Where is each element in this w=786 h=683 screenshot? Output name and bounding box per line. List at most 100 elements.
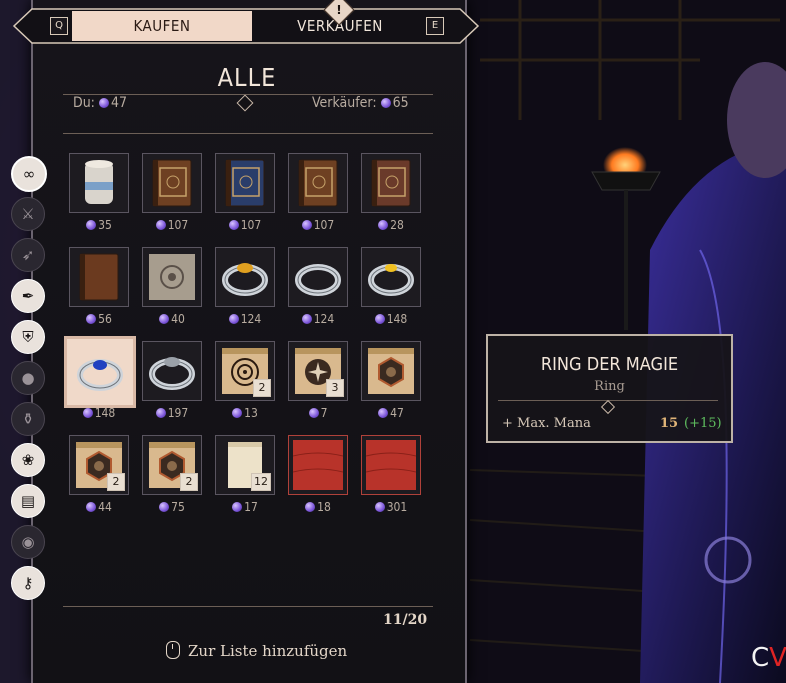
item-price: 197 [142, 406, 202, 420]
item-slot[interactable]: 148 [361, 247, 421, 326]
item-slot[interactable]: 18 [288, 435, 348, 514]
item-slot[interactable]: 148 [64, 336, 136, 420]
item-scroll-hex-bee-icon: 2 [142, 435, 202, 495]
coin-icon [159, 314, 170, 324]
pouch-category-button[interactable]: ◉ [11, 525, 45, 559]
item-slot[interactable]: 40 [142, 247, 202, 326]
player-gold-label: Du: [73, 95, 95, 111]
item-map-stone-icon [142, 247, 202, 307]
coin-icon [301, 220, 312, 230]
item-book-blue-icon [215, 153, 275, 213]
infinity-icon: ∞ [22, 165, 36, 183]
apple-category-button[interactable]: ● [11, 361, 45, 395]
armor-icon: ⛨ [22, 328, 34, 346]
item-price-value: 35 [98, 218, 112, 232]
item-tooltip: RING DER MAGIE Ring + Max. Mana 15 (+15) [486, 334, 733, 443]
infinity-category-button[interactable]: ∞ [11, 156, 47, 192]
feather-icon: ✒ [21, 287, 35, 305]
coin-icon [378, 408, 389, 418]
tab-bar: Q KAUFEN VERKAUFEN E ! [8, 0, 484, 44]
item-price: 56 [69, 312, 129, 326]
potion-icon: ⚱ [21, 410, 35, 428]
coin-icon [86, 502, 97, 512]
coin-icon [232, 408, 243, 418]
item-stack-count: 3 [326, 379, 344, 397]
item-price-value: 197 [167, 406, 189, 420]
item-slot[interactable]: 56 [69, 247, 129, 326]
item-slot[interactable]: 2 75 [142, 435, 202, 514]
item-slot[interactable]: 47 [361, 341, 421, 420]
book-category-button[interactable]: ▤ [11, 484, 45, 518]
item-paper-icon: 12 [215, 435, 275, 495]
add-to-list-label: Zur Liste hinzufügen [188, 642, 348, 660]
coin-icon [308, 408, 319, 418]
key-category-button[interactable]: ⚷ [11, 566, 45, 600]
crossed-swords-category-button[interactable]: ⚔ [11, 197, 45, 231]
player-gold-value: 47 [110, 95, 127, 111]
tooltip-item-name: RING DER MAGIE [540, 354, 679, 375]
item-slot[interactable]: 12 17 [215, 435, 275, 514]
tooltip-item-type: Ring [594, 379, 625, 394]
e-key-hint[interactable]: E [426, 17, 444, 35]
watermark-v: V [769, 643, 786, 673]
item-price-value: 148 [386, 312, 408, 326]
item-price-value: 56 [98, 312, 112, 326]
item-cloth-red-icon [288, 435, 348, 495]
item-slot[interactable]: 124 [215, 247, 275, 326]
brazier [591, 171, 661, 191]
item-ring-signet-icon [142, 341, 202, 401]
item-slot[interactable]: 2 13 [215, 341, 275, 420]
item-slot[interactable]: 107 [215, 153, 275, 232]
book-icon: ▤ [20, 492, 36, 510]
coin-icon [86, 220, 97, 230]
item-slot[interactable]: 107 [142, 153, 202, 232]
merchant-gold-value: 65 [392, 95, 409, 111]
coin-icon [82, 408, 93, 418]
tab-buy[interactable]: KAUFEN [72, 11, 252, 41]
item-price-value: 124 [240, 312, 262, 326]
item-stack-count: 2 [253, 379, 271, 397]
item-price: 47 [361, 406, 421, 420]
armor-category-button[interactable]: ⛨ [11, 320, 45, 354]
item-slot[interactable]: 2 44 [69, 435, 129, 514]
item-book-red-icon [361, 153, 421, 213]
q-key-hint[interactable]: Q [50, 17, 68, 35]
coin-icon [228, 314, 239, 324]
item-cloth-red-icon [361, 435, 421, 495]
item-price: 301 [361, 500, 421, 514]
item-slot[interactable]: 301 [361, 435, 421, 514]
item-slot[interactable]: 197 [142, 341, 202, 420]
bow-icon: ➶ [21, 246, 35, 264]
item-price-value: 75 [171, 500, 185, 514]
apple-icon: ● [21, 369, 35, 387]
item-slot[interactable]: 124 [288, 247, 348, 326]
item-slot[interactable]: 35 [69, 153, 129, 232]
item-book-brown-icon [288, 153, 348, 213]
item-slot[interactable]: 28 [361, 153, 421, 232]
feather-category-button[interactable]: ✒ [11, 279, 45, 313]
item-ring-blue-gem-icon [64, 336, 136, 408]
tooltip-stat-bonus: (+15) [684, 416, 722, 431]
coin-icon [380, 98, 391, 108]
item-slot[interactable]: 37 [288, 341, 348, 420]
item-price-value: 18 [317, 500, 331, 514]
bow-category-button[interactable]: ➶ [11, 238, 45, 272]
item-price: 107 [215, 218, 275, 232]
crossed-swords-icon: ⚔ [21, 205, 35, 223]
potion-category-button[interactable]: ⚱ [11, 402, 45, 436]
item-price-value: 17 [244, 500, 258, 514]
add-to-list-hint[interactable]: Zur Liste hinzufügen [166, 641, 347, 660]
coin-icon [86, 314, 97, 324]
item-price: 107 [288, 218, 348, 232]
item-price: 124 [288, 312, 348, 326]
item-ring-plain-icon [288, 247, 348, 307]
item-scroll-star-icon: 3 [288, 341, 348, 401]
footer-divider [63, 606, 433, 607]
item-ring-yellow-gem-icon [361, 247, 421, 307]
coin-icon [155, 408, 166, 418]
herb-icon: ❀ [21, 451, 35, 469]
item-slot[interactable]: 107 [288, 153, 348, 232]
mouse-icon [166, 641, 180, 659]
herb-category-button[interactable]: ❀ [11, 443, 45, 477]
item-price-value: 44 [98, 500, 112, 514]
